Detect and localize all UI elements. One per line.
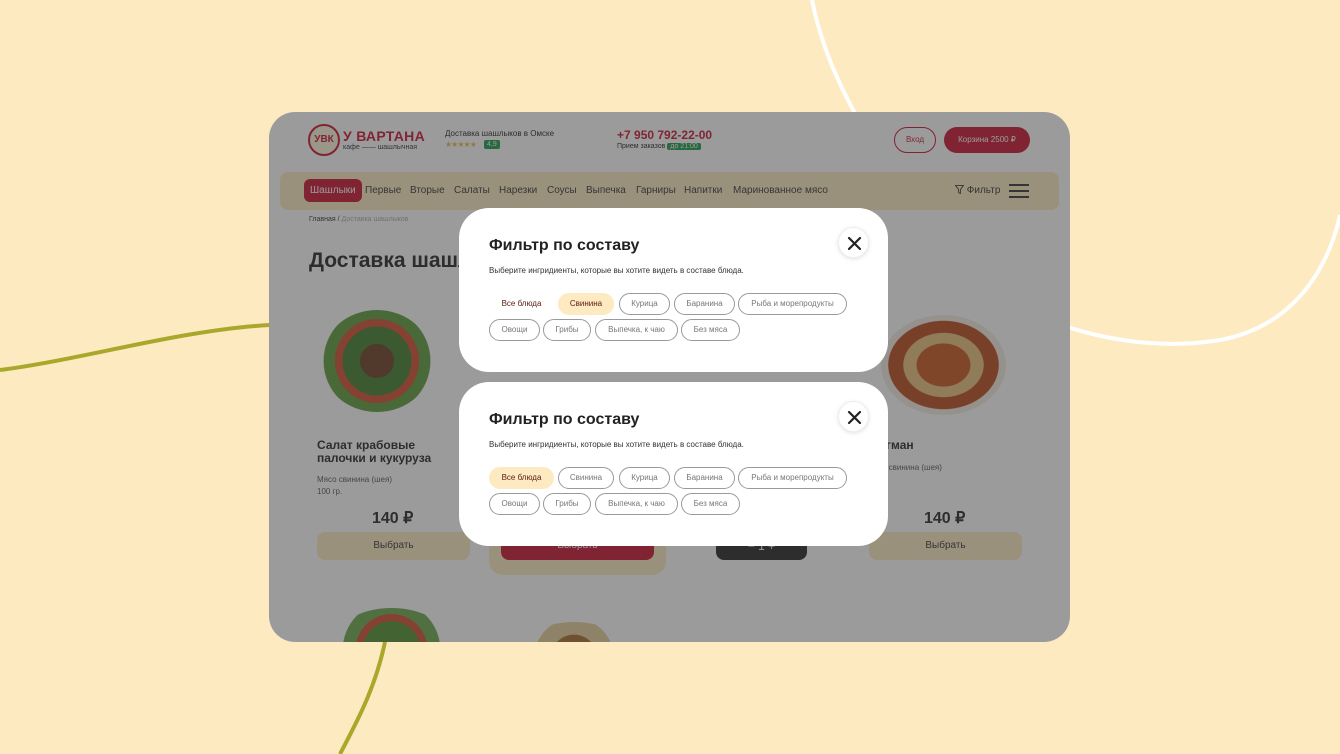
chip-pastry[interactable]: Выпечка, к чаю [595,319,678,341]
close-icon [847,410,862,425]
modal-title: Фильтр по составу [489,237,640,254]
chip-no-meat[interactable]: Без мяса [681,319,740,341]
chip-vegetables[interactable]: Овощи [489,493,540,515]
chip-lamb[interactable]: Баранина [674,293,735,315]
chip-chicken[interactable]: Курица [619,467,670,489]
modal-description: Выберите ингридиенты, которые вы хотите … [489,266,744,275]
chip-pastry[interactable]: Выпечка, к чаю [595,493,678,515]
chip-lamb[interactable]: Баранина [674,467,735,489]
modal-description: Выберите ингридиенты, которые вы хотите … [489,440,744,449]
olive-curve-bottom [338,641,387,754]
chip-all[interactable]: Все блюда [489,293,554,315]
browser-window: УВК У ВАРТАНА кафе —— шашлычная Доставка… [269,112,1070,642]
modal-title: Фильтр по составу [489,411,640,428]
close-button[interactable] [838,227,869,258]
close-icon [847,236,862,251]
filter-modal: Фильтр по составу Выберите ингридиенты, … [459,382,888,546]
chip-mushrooms[interactable]: Грибы [543,493,591,515]
chip-all[interactable]: Все блюда [489,467,554,489]
close-button[interactable] [838,401,869,432]
filter-modal: Фильтр по составу Выберите ингридиенты, … [459,208,888,372]
chip-seafood[interactable]: Рыба и морепродукты [738,293,847,315]
chip-chicken[interactable]: Курица [619,293,670,315]
chip-mushrooms[interactable]: Грибы [543,319,591,341]
olive-curve-left [0,323,270,372]
chip-no-meat[interactable]: Без мяса [681,493,740,515]
chip-vegetables[interactable]: Овощи [489,319,540,341]
chip-pork[interactable]: Свинина [558,467,614,489]
modal-backdrop[interactable] [269,112,1070,642]
chip-seafood[interactable]: Рыба и морепродукты [738,467,847,489]
chip-pork[interactable]: Свинина [558,293,614,315]
